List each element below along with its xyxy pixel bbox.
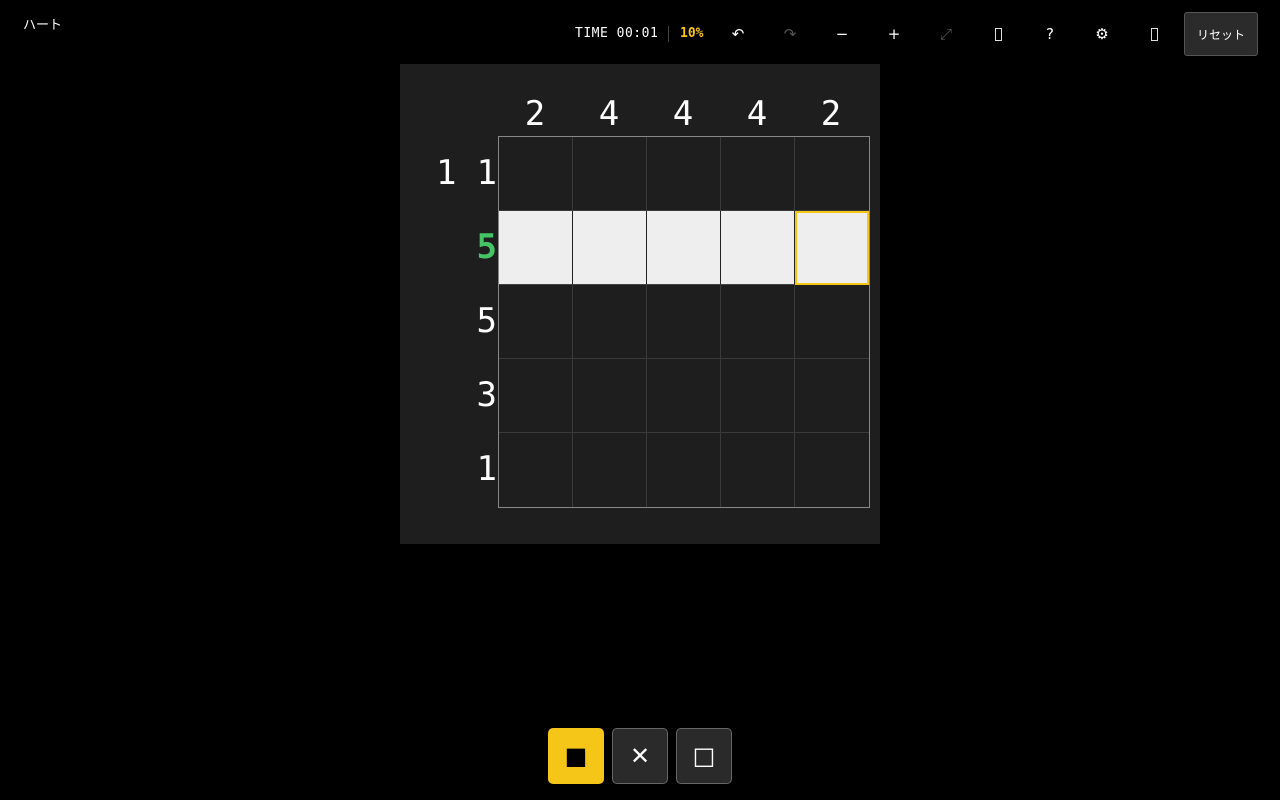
progress-percent: 10% <box>680 26 704 41</box>
row-clue: 1 <box>436 153 457 193</box>
puzzle-board: 24442115531 <box>400 64 880 544</box>
divider <box>668 26 669 42</box>
zoom-in-button[interactable]: + <box>872 12 916 56</box>
column-clue: 2 <box>524 94 546 134</box>
grid-cell[interactable] <box>573 285 647 359</box>
row-clue-group: 5 <box>397 210 497 284</box>
grid-cell[interactable] <box>647 433 721 507</box>
puzzle-grid <box>498 136 870 508</box>
settings-button[interactable]: ⚙ <box>1080 12 1124 56</box>
undo-icon: ↶ <box>731 25 745 43</box>
column-clue: 4 <box>672 94 694 134</box>
grid-cell[interactable] <box>721 285 795 359</box>
row-clue-group: 5 <box>397 284 497 358</box>
grid-cell[interactable] <box>795 211 869 285</box>
plus-icon: + <box>887 25 901 43</box>
empty-mode-button[interactable]: □ <box>676 728 732 784</box>
redo-icon: ↷ <box>783 25 797 43</box>
grid-cell[interactable] <box>499 211 573 285</box>
toolbar: TIME 00:01 10% ↶ ↷ − + ⤢ ? ⚙ リセット <box>560 12 1260 56</box>
cross-mode-button[interactable]: ✕ <box>612 728 668 784</box>
row-clue: 1 <box>476 153 497 193</box>
grid-cell[interactable] <box>647 137 721 211</box>
help-button[interactable]: ? <box>1028 12 1072 56</box>
grid-cell[interactable] <box>573 137 647 211</box>
grid-cell[interactable] <box>573 359 647 433</box>
fill-mode-button[interactable]: ■ <box>548 728 604 784</box>
row-clue: 5 <box>476 301 497 341</box>
grid-cell[interactable] <box>647 285 721 359</box>
fill-icon: ■ <box>564 742 588 770</box>
column-clue: 4 <box>746 94 768 134</box>
fullscreen-button[interactable] <box>1132 12 1176 56</box>
input-mode-selector: ■ ✕ □ <box>548 728 732 784</box>
puzzle-title: ハート <box>23 18 63 33</box>
grid-cell[interactable] <box>795 359 869 433</box>
row-clue: 1 <box>476 449 497 489</box>
grid-cell[interactable] <box>499 137 573 211</box>
zoom-out-button[interactable]: − <box>820 12 864 56</box>
column-clue: 4 <box>598 94 620 134</box>
minus-icon: − <box>835 25 849 43</box>
empty-icon: □ <box>692 742 716 770</box>
reset-button[interactable]: リセット <box>1184 12 1258 56</box>
grid-cell[interactable] <box>721 211 795 285</box>
grid-cell[interactable] <box>499 285 573 359</box>
panel-button[interactable] <box>976 12 1020 56</box>
grid-cell[interactable] <box>573 433 647 507</box>
help-icon: ? <box>1046 25 1054 43</box>
grid-cell[interactable] <box>721 137 795 211</box>
cross-icon: ✕ <box>629 742 651 770</box>
row-clue-group: 1 <box>397 432 497 506</box>
grid-cell[interactable] <box>499 359 573 433</box>
undo-button[interactable]: ↶ <box>716 12 760 56</box>
gear-icon: ⚙ <box>1095 25 1109 43</box>
grid-cell[interactable] <box>647 211 721 285</box>
fullscreen-icon <box>1150 27 1158 41</box>
column-clue: 2 <box>820 94 842 134</box>
timer: TIME 00:01 <box>575 26 659 41</box>
fit-screen-button[interactable]: ⤢ <box>924 12 968 56</box>
row-clue-group: 11 <box>397 136 497 210</box>
grid-cell[interactable] <box>721 359 795 433</box>
grid-cell[interactable] <box>795 137 869 211</box>
grid-cell[interactable] <box>499 433 573 507</box>
grid-cell[interactable] <box>647 359 721 433</box>
grid-cell[interactable] <box>795 433 869 507</box>
redo-button[interactable]: ↷ <box>768 12 812 56</box>
expand-icon: ⤢ <box>939 25 952 43</box>
grid-cell[interactable] <box>721 433 795 507</box>
grid-cell[interactable] <box>795 285 869 359</box>
row-clue-group: 3 <box>397 358 497 432</box>
grid-cell[interactable] <box>573 211 647 285</box>
row-clue: 3 <box>476 375 497 415</box>
row-clue: 5 <box>476 227 497 267</box>
panel-icon <box>994 27 1002 41</box>
